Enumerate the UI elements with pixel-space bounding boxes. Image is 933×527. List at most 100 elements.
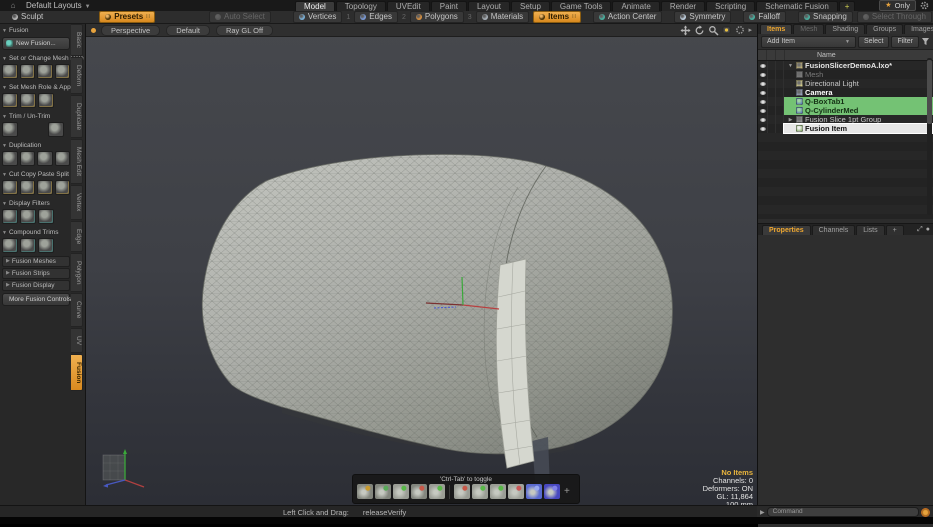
fusion-tool-9-icon[interactable] — [508, 484, 524, 499]
panel-tab-mesh[interactable]: Mesh — [793, 24, 824, 34]
bottom-tab-properties[interactable]: Properties — [762, 225, 811, 235]
set-or-change-mesh-role-tool-1-icon[interactable] — [2, 64, 18, 79]
fusion-tool-7-icon[interactable] — [472, 484, 488, 499]
fusion-tool-11-icon[interactable] — [544, 484, 560, 499]
panel-tab-groups[interactable]: Groups — [866, 24, 903, 34]
sidebar-vtab-duplicate[interactable]: Duplicate — [71, 95, 83, 138]
visibility-eye-icon[interactable] — [758, 118, 767, 122]
tree-row-q-cylindermed[interactable]: Q-CylinderMed — [758, 106, 933, 115]
lock-column-icon[interactable] — [767, 50, 776, 60]
panel-tab-shading[interactable]: Shading — [825, 24, 865, 34]
new-fusion-button[interactable]: New Fusion... — [2, 37, 70, 50]
section-header-compound-trims[interactable]: ▼Compound Trims — [0, 226, 72, 237]
zoom-icon[interactable] — [708, 25, 719, 36]
set-or-change-mesh-role-tool-4-icon[interactable] — [55, 64, 71, 79]
cut-copy-paste-split-tool-4-icon[interactable] — [55, 180, 71, 195]
sidebar-vtab-deform[interactable]: Deform — [71, 57, 83, 94]
toolbar-vertices-button[interactable]: Vertices — [293, 11, 342, 23]
fusion-tool-5-icon[interactable] — [429, 484, 445, 499]
visibility-eye-icon[interactable] — [758, 82, 767, 86]
duplication-tool-1-icon[interactable] — [2, 151, 18, 166]
item-tree-scrollbar[interactable] — [927, 58, 932, 215]
render-column-icon[interactable] — [776, 50, 785, 60]
tree-row-q-boxtab1[interactable]: Q-BoxTab1 — [758, 97, 933, 106]
add-item-button[interactable]: Add Item ▼ — [761, 36, 856, 48]
palette-add-icon[interactable]: + — [564, 486, 570, 497]
cut-copy-paste-split-tool-3-icon[interactable] — [37, 180, 53, 195]
expander-icon[interactable]: ▼ — [787, 63, 794, 69]
duplication-tool-2-icon[interactable] — [20, 151, 36, 166]
only-button[interactable]: ★ Only — [879, 0, 916, 11]
viewport-default-button[interactable]: Default — [166, 25, 210, 36]
toolbar-polygons-button[interactable]: Polygons — [410, 11, 464, 23]
trim-un-trim-tool-1-icon[interactable] — [2, 122, 18, 137]
set-or-change-mesh-role-tool-2-icon[interactable] — [20, 64, 36, 79]
compound-trims-tool-3-icon[interactable] — [38, 238, 54, 253]
sidebar-vtab-mesh-edit[interactable]: Mesh Edit — [71, 139, 83, 184]
set-mesh-role-apply-tool-2-icon[interactable] — [20, 93, 36, 108]
scene-canvas[interactable] — [86, 37, 757, 505]
visibility-eye-icon[interactable] — [758, 127, 767, 131]
visibility-eye-icon[interactable] — [758, 100, 767, 104]
compound-trims-tool-1-icon[interactable] — [2, 238, 18, 253]
visibility-eye-icon[interactable] — [758, 91, 767, 95]
pan-icon[interactable] — [680, 25, 691, 36]
more-fusion-controls-button[interactable]: More Fusion Controls... — [2, 293, 70, 306]
tree-row-camera[interactable]: Camera — [758, 88, 933, 97]
tree-row-fusionslicerdemoa-lxo[interactable]: ▼FusionSlicerDemoA.lxo* — [758, 61, 933, 70]
section-header-display-filters[interactable]: ▼Display Filters — [0, 197, 72, 208]
cut-copy-paste-split-tool-1-icon[interactable] — [2, 180, 18, 195]
bottom-tab-[interactable]: + — [886, 225, 904, 235]
orbit-icon[interactable] — [694, 25, 705, 36]
visibility-eye-icon[interactable] — [758, 109, 767, 113]
filter-button[interactable]: Filter — [891, 36, 919, 48]
section-header-set-mesh-role-apply[interactable]: ▼Set Mesh Role & Apply — [0, 81, 72, 92]
scrollbar-thumb[interactable] — [927, 60, 932, 124]
toolbar-presets-button[interactable]: Presets∷ — [99, 11, 155, 23]
tree-row-directional-light[interactable]: Directional Light — [758, 79, 933, 88]
axis-gizmo[interactable] — [98, 445, 152, 491]
gear-icon[interactable] — [920, 1, 929, 10]
sidebar-vtab-fusion[interactable]: Fusion — [71, 354, 83, 391]
fusion-tool-1-icon[interactable] — [357, 484, 373, 499]
command-input[interactable]: Command — [767, 507, 919, 517]
expander-icon[interactable]: ▶ — [787, 117, 794, 123]
viewport-mode-icon[interactable] — [91, 28, 96, 33]
visibility-eye-icon[interactable] — [758, 64, 767, 68]
panel-tab-images[interactable]: Images — [904, 24, 933, 34]
fusion-tool-10-icon[interactable] — [526, 484, 542, 499]
toolbar-action-center-button[interactable]: Action Center — [593, 11, 662, 23]
collapsed-group-fusion-meshes[interactable]: ▶Fusion Meshes — [2, 256, 70, 267]
duplication-tool-4-icon[interactable] — [55, 151, 71, 166]
compound-trims-tool-2-icon[interactable] — [20, 238, 36, 253]
display-filters-tool-2-icon[interactable] — [20, 209, 36, 224]
layout-selector[interactable]: Default Layouts▼ — [26, 0, 91, 11]
display-filters-tool-1-icon[interactable] — [2, 209, 18, 224]
toolbar-auto-select-button[interactable]: Auto Select — [209, 11, 271, 23]
fusion-panel-header[interactable]: ▼ Fusion — [0, 24, 72, 35]
viewport-ray-gl-off-button[interactable]: Ray GL Off — [216, 25, 273, 36]
section-header-cut-copy-paste-split[interactable]: ▼Cut Copy Paste Split — [0, 168, 72, 179]
visibility-column-icon[interactable] — [758, 50, 767, 60]
set-or-change-mesh-role-tool-3-icon[interactable] — [37, 64, 53, 79]
app-logo-icon[interactable]: ⌂ — [8, 1, 18, 10]
trim-un-trim-tool-2-icon[interactable] — [48, 122, 64, 137]
toolbar-sculpt-button[interactable]: Sculpt — [6, 11, 49, 23]
section-header-trim-un-trim[interactable]: ▼Trim / Un-Trim — [0, 110, 72, 121]
toolbar-items-button[interactable]: Items∷ — [533, 11, 581, 23]
collapsed-group-fusion-display[interactable]: ▶Fusion Display — [2, 280, 70, 291]
toolbar-materials-button[interactable]: Materials — [476, 11, 529, 23]
select-button[interactable]: Select — [858, 36, 889, 48]
cut-copy-paste-split-tool-2-icon[interactable] — [20, 180, 36, 195]
filter-funnel-icon[interactable] — [921, 37, 930, 46]
section-header-set-or-change-mesh-role[interactable]: ▼Set or Change Mesh Role — [0, 52, 72, 63]
set-mesh-role-apply-tool-1-icon[interactable] — [2, 93, 18, 108]
duplication-tool-3-icon[interactable] — [37, 151, 53, 166]
sidebar-vtab-curve[interactable]: Curve — [71, 293, 83, 326]
section-header-duplication[interactable]: ▼Duplication — [0, 139, 72, 150]
fusion-tool-3-icon[interactable] — [393, 484, 409, 499]
sidebar-vtab-edge[interactable]: Edge — [71, 221, 83, 252]
shading-options-icon[interactable] — [735, 25, 745, 35]
sidebar-vtab-uv[interactable]: UV — [71, 328, 83, 353]
viewport-3d[interactable]: PerspectiveDefaultRay GL Off ▸ — [86, 24, 757, 505]
